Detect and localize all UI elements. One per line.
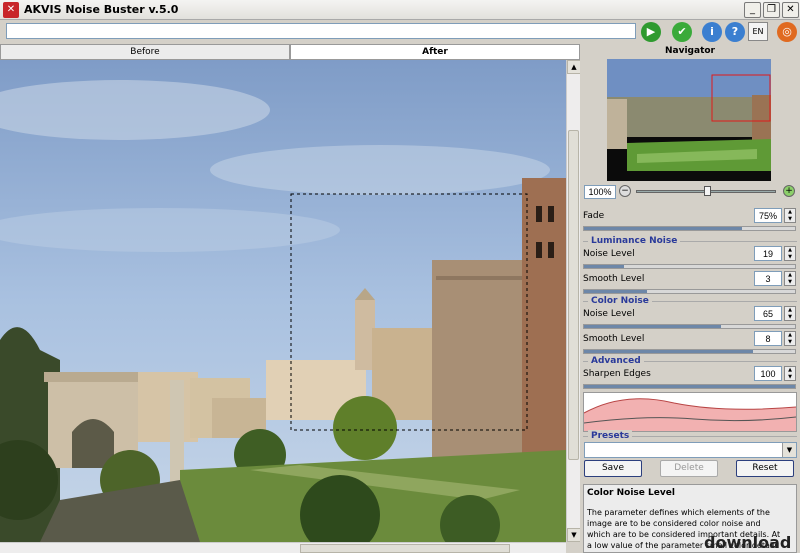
navigator-thumbnail	[607, 59, 771, 181]
toolbar: ▶ ✔ i ? EN ◎	[0, 20, 800, 44]
lum-smooth-spinner[interactable]: ▲ ▼	[784, 271, 796, 286]
lum-smooth-label: Smooth Level	[583, 274, 645, 284]
sharpen-label: Sharpen Edges	[583, 369, 651, 379]
window-title: AKVIS Noise Buster v.5.0	[24, 3, 179, 16]
title-bar: ✕ AKVIS Noise Buster v.5.0 _ ❐ ✕	[0, 0, 800, 20]
sharpen-field[interactable]	[754, 366, 782, 381]
color-noise-slider[interactable]	[583, 324, 796, 329]
tab-before[interactable]: Before	[0, 44, 290, 60]
navigator-preview[interactable]	[607, 59, 771, 181]
color-noise-slider-fill	[584, 325, 722, 328]
scroll-down-icon[interactable]: ▼	[567, 528, 581, 542]
reset-preset-button[interactable]: Reset	[736, 460, 794, 477]
close-button[interactable]: ✕	[782, 2, 799, 18]
fade-spinner[interactable]: ▲ ▼	[784, 208, 796, 223]
lum-noise-control: Noise Level ▲▼	[583, 246, 797, 270]
color-smooth-field[interactable]	[754, 331, 782, 346]
vertical-scroll-thumb[interactable]	[568, 130, 579, 460]
sharpen-slider-fill	[584, 385, 795, 388]
view-tabs: Before After	[0, 44, 580, 60]
help-icon[interactable]: ?	[725, 22, 745, 42]
zoom-row: − +	[580, 184, 800, 200]
color-noise-field[interactable]	[754, 306, 782, 321]
help-title: Color Noise Level	[587, 488, 675, 498]
scroll-up-icon[interactable]: ▲	[567, 60, 581, 74]
apply-check-icon[interactable]: ✔	[672, 22, 692, 42]
save-preset-button[interactable]: Save	[584, 460, 642, 477]
horizontal-scrollbar[interactable]	[0, 542, 566, 553]
lum-noise-slider-fill	[584, 265, 625, 268]
sharpen-control: Sharpen Edges ▲▼	[583, 366, 797, 390]
image-canvas[interactable]	[0, 60, 566, 542]
presets-section: Presets	[583, 430, 797, 442]
color-noise-spinner[interactable]: ▲ ▼	[784, 306, 796, 321]
info-icon[interactable]: i	[702, 22, 722, 42]
vertical-scrollbar[interactable]: ▲ ▼	[566, 60, 581, 542]
lum-noise-label: Noise Level	[583, 249, 635, 259]
fade-control: Fade ▲▼	[583, 208, 797, 232]
zoom-slider-thumb[interactable]	[704, 186, 711, 196]
color-smooth-slider-fill	[584, 350, 753, 353]
settings-panel: Navigator − + Fade ▲▼ Luminance Noise	[580, 44, 800, 553]
zoom-field[interactable]	[584, 185, 616, 199]
navigator-title: Navigator	[665, 46, 715, 56]
language-button[interactable]: EN	[748, 22, 768, 41]
photo-forum-romanum	[0, 60, 566, 542]
lum-smooth-control: Smooth Level ▲▼	[583, 271, 797, 295]
preferences-icon[interactable]: ◎	[777, 22, 797, 42]
lum-noise-slider[interactable]	[583, 264, 796, 269]
file-path-field[interactable]	[6, 23, 636, 39]
horizontal-scroll-thumb[interactable]	[300, 544, 510, 553]
lum-smooth-slider[interactable]	[583, 289, 796, 294]
noise-curve-preview	[583, 392, 797, 432]
tab-after[interactable]: After	[290, 44, 580, 60]
fade-slider-fill	[584, 227, 743, 230]
run-play-icon[interactable]: ▶	[641, 22, 661, 42]
lum-smooth-field[interactable]	[754, 271, 782, 286]
sharpen-slider[interactable]	[583, 384, 796, 389]
color-noise-label: Noise Level	[583, 309, 635, 319]
zoom-in-icon[interactable]: +	[783, 185, 795, 197]
color-smooth-label: Smooth Level	[583, 334, 645, 344]
color-smooth-spinner[interactable]: ▲ ▼	[784, 331, 796, 346]
presets-dropdown[interactable]: ▼	[584, 442, 797, 458]
fade-label: Fade	[583, 211, 605, 221]
color-noise-control: Noise Level ▲▼	[583, 306, 797, 330]
noise-curve-graph	[583, 398, 797, 431]
zoom-out-icon[interactable]: −	[619, 185, 631, 197]
presets-group: Presets ▼ Save Delete Reset	[583, 430, 797, 480]
fade-field[interactable]	[754, 208, 782, 223]
delete-preset-button[interactable]: Delete	[660, 460, 718, 477]
color-smooth-control: Smooth Level ▲▼	[583, 331, 797, 355]
lum-noise-spinner[interactable]: ▲ ▼	[784, 246, 796, 261]
restore-button[interactable]: ❐	[763, 2, 780, 18]
sharpen-spinner[interactable]: ▲ ▼	[784, 366, 796, 381]
presets-title: Presets	[588, 430, 633, 442]
fade-slider[interactable]	[583, 226, 796, 231]
minimize-button[interactable]: _	[744, 2, 761, 18]
app-logo-icon: ✕	[3, 2, 19, 18]
watermark-logo: download	[704, 533, 792, 552]
lum-noise-field[interactable]	[754, 246, 782, 261]
chevron-down-icon[interactable]: ▼	[782, 443, 796, 457]
color-smooth-slider[interactable]	[583, 349, 796, 354]
lum-smooth-slider-fill	[584, 290, 648, 293]
